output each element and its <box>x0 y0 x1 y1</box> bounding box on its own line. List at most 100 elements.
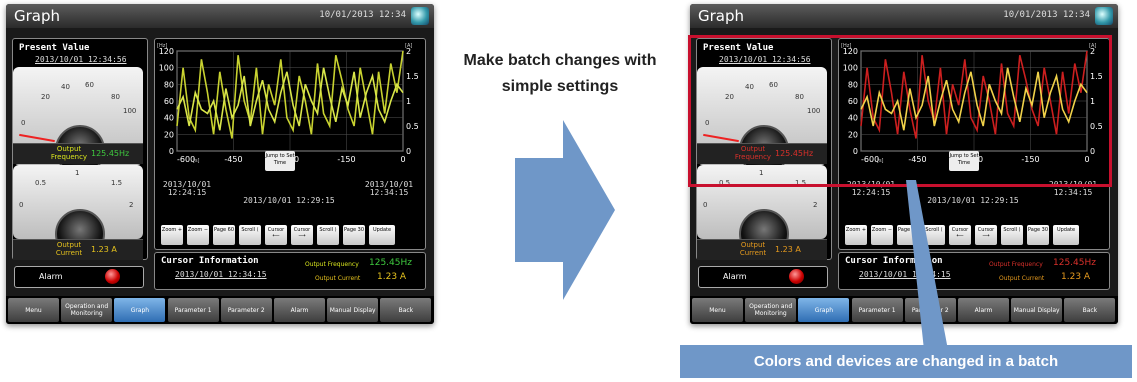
highlight-box <box>688 35 1112 187</box>
meter-scale-label: 1.5 <box>111 179 123 187</box>
graph-button[interactable]: Cursor ⟵ <box>949 225 971 245</box>
nav-button[interactable]: Menu <box>8 298 59 322</box>
alarm-indicator[interactable]: Alarm <box>698 266 828 288</box>
graph-button[interactable]: Zoom + <box>161 225 183 245</box>
cursor-information-panel: Cursor Information 2013/10/01 12:34:15 Out… <box>838 252 1110 290</box>
nav-button[interactable]: Back <box>1064 298 1116 322</box>
alarm-label: Alarm <box>723 272 747 281</box>
cursor-row2-label: Output Current <box>999 275 1045 282</box>
meter-knob <box>739 209 789 239</box>
present-value-title: Present Value <box>19 43 90 53</box>
graph-button[interactable]: Update <box>1053 225 1079 245</box>
cursor-information-panel: Cursor Information 2013/10/01 12:34:15 Out… <box>154 252 426 290</box>
present-value-datetime: 2013/10/01 12:34:56 <box>35 55 127 64</box>
graph-button[interactable]: Zoom − <box>187 225 209 245</box>
current-value: 1.23 A <box>775 245 801 254</box>
current-meter: 0.5 1 1.5 0 2 <box>13 165 143 239</box>
graph-button[interactable]: Scroll ⟨ <box>239 225 261 245</box>
x-tick-label: -450 <box>224 155 242 164</box>
frequency-label: Output Frequency <box>50 145 88 161</box>
meter-scale-label: 0 <box>19 201 24 209</box>
nav-button[interactable]: Alarm <box>958 298 1009 322</box>
meter-scale-label: 20 <box>41 93 50 101</box>
graph-button[interactable]: Zoom + <box>845 225 867 245</box>
callout-box: Colors and devices are changed in a batc… <box>680 345 1132 378</box>
alarm-lamp-icon <box>789 269 804 284</box>
y-tick-label: 40 <box>164 114 174 123</box>
screen-title: Graph <box>14 7 61 25</box>
nav-button[interactable]: Alarm <box>274 298 325 322</box>
cursor-row2-label: Output Current <box>315 275 361 282</box>
meter-scale-label: 100 <box>123 107 137 115</box>
meter-scale-label: 1 <box>75 169 80 177</box>
title-bar: Graph 10/01/2013 12:34 <box>6 4 434 28</box>
nav-button[interactable]: Graph <box>114 298 166 322</box>
frequency-readout: Output Frequency 125.45Hz <box>13 143 143 164</box>
graph-button[interactable]: Page 60 <box>213 225 235 245</box>
meter-scale-label: 0 <box>21 119 26 127</box>
graph-button[interactable]: Scroll ⟩ <box>1001 225 1023 245</box>
current-readout: Output Current 1.23 A <box>13 239 143 260</box>
graph-button[interactable]: Page 30 <box>343 225 365 245</box>
y-tick-label: 0 <box>169 147 174 156</box>
y-tick-label: 100 <box>159 64 174 73</box>
meter-knob <box>55 209 105 239</box>
frequency-value: 125.45Hz <box>91 149 130 158</box>
globe-icon[interactable] <box>1095 7 1113 25</box>
meter-scale-label: 2 <box>129 201 134 209</box>
arrow-caption: Make batch changes with simple settings <box>463 52 657 95</box>
nav-button[interactable]: Manual Display <box>1011 298 1063 322</box>
bottom-nav: Menu Operation and Monitoring Graph Paramet… <box>6 296 434 324</box>
nav-button[interactable]: Operation and Monitoring <box>745 298 797 322</box>
cursor-row1-label: Output Frequency <box>989 261 1043 268</box>
graph-button[interactable]: Update <box>369 225 395 245</box>
axis-unit-label: [A] <box>405 43 412 49</box>
current-label: Output Current <box>739 241 767 257</box>
nav-button[interactable]: Manual Display <box>327 298 379 322</box>
title-bar: Graph 10/01/2013 12:34 <box>690 4 1118 28</box>
alarm-indicator[interactable]: Alarm <box>14 266 144 288</box>
nav-button[interactable]: Parameter 2 <box>220 298 272 322</box>
graph-button[interactable]: Cursor ⟵ <box>265 225 287 245</box>
y-tick-label: 80 <box>164 80 174 89</box>
trend-chart[interactable]: 120100806040200-600-450-300-150021.510.5… <box>155 39 425 169</box>
axis-unit-label: [s] <box>193 158 200 164</box>
meter-scale-label: 0 <box>703 201 708 209</box>
nav-button[interactable]: Parameter 1 <box>167 298 219 322</box>
meter-scale-label: 60 <box>85 81 94 89</box>
meter-scale-label: 0.5 <box>35 179 47 187</box>
callout-pointer <box>906 180 948 350</box>
cursor-row1-value: 125.45Hz <box>1053 258 1096 268</box>
y2-tick-label: 1.5 <box>406 72 419 81</box>
y-tick-label: 20 <box>164 130 174 139</box>
nav-button[interactable]: Menu <box>692 298 743 322</box>
y-tick-label: 60 <box>164 97 174 106</box>
cursor-row1-label: Output Frequency <box>305 261 359 268</box>
nav-button[interactable]: Operation and Monitoring <box>61 298 113 322</box>
x-tick-label: -150 <box>337 155 355 164</box>
nav-button[interactable]: Graph <box>798 298 850 322</box>
nav-button[interactable]: Back <box>380 298 432 322</box>
graph-button[interactable]: Scroll ⟩ <box>317 225 339 245</box>
cursor-info-title: Cursor Information <box>161 256 259 266</box>
screen-before: Graph 10/01/2013 12:34 Present Value 2013/1… <box>6 4 434 324</box>
current-value: 1.23 A <box>91 245 117 254</box>
graph-button[interactable]: Cursor ⟶ <box>975 225 997 245</box>
axis-unit-label: [Hz] <box>157 43 167 49</box>
globe-icon[interactable] <box>411 7 429 25</box>
current-label: Output Current <box>55 241 83 257</box>
graph-date-start: 2013/10/01 12:24:15 <box>162 180 212 197</box>
set-time-button[interactable]: Jump to Set Time <box>265 151 295 171</box>
meter-needle <box>19 133 55 143</box>
graph-button[interactable]: Page 30 <box>1027 225 1049 245</box>
cursor-row2-value: 1.23 A <box>377 272 407 282</box>
current-readout: Output Current 1.23 A <box>697 239 827 260</box>
graph-date-mid: 2013/10/01 12:29:15 <box>243 196 335 205</box>
header-datetime: 10/01/2013 12:34 <box>1003 10 1090 20</box>
cursor-row2-value: 1.23 A <box>1061 272 1091 282</box>
y2-tick-label: 0.5 <box>406 122 419 131</box>
cursor-row1-value: 125.45Hz <box>369 258 412 268</box>
graph-button[interactable]: Cursor ⟶ <box>291 225 313 245</box>
cursor-info-datetime: 2013/10/01 12:34:15 <box>175 270 267 279</box>
arrow-right-icon <box>515 120 615 300</box>
